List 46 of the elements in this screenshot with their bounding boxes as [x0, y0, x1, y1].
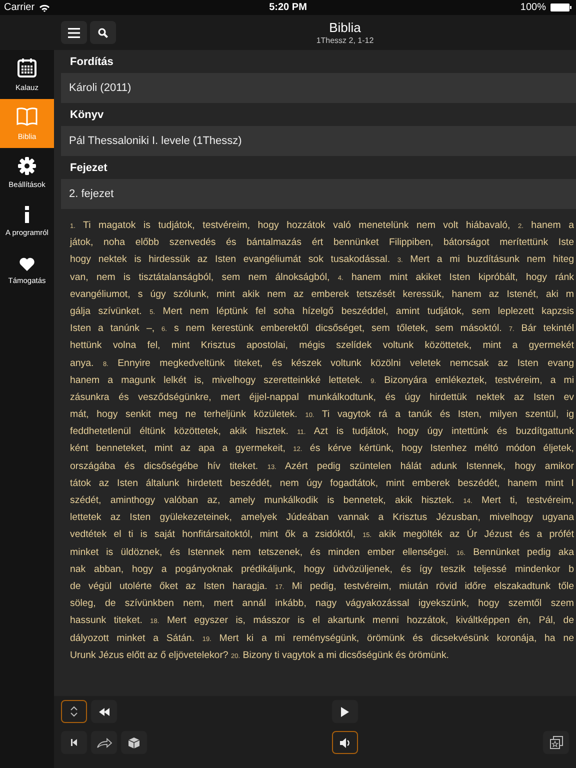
play-icon — [341, 706, 349, 716]
screen-title: Biblia — [329, 20, 361, 35]
search-button[interactable] — [90, 21, 116, 44]
menu-icon — [68, 28, 80, 38]
section-heading: Fejezet — [69, 161, 108, 176]
rewind-icon — [98, 708, 110, 716]
battery-percent: 100% — [520, 2, 546, 13]
verse-text-line: söleg, de szívünkben nem, mert annál inkább, nagy vágyakozással igyekszünk, hogy szemtől szem — [70, 597, 574, 612]
screen-subtitle: 1Thessz 2, 1-12 — [316, 36, 374, 45]
wifi-icon — [38, 4, 50, 12]
audio-button[interactable] — [332, 731, 358, 754]
heart-icon — [19, 256, 35, 270]
battery-icon — [550, 3, 572, 12]
share-button[interactable] — [91, 731, 117, 754]
first-button[interactable] — [61, 731, 87, 754]
clock-time: 5:20 PM — [269, 2, 307, 13]
rewind-button[interactable] — [91, 700, 117, 723]
verse-text-line: zásunkra és vesződségünkre, mert éjjel-nappal munkálkodtunk, és úgy hirdettük nektek az Isten ev — [70, 390, 574, 405]
cube-button[interactable] — [121, 731, 147, 754]
calendar-icon — [17, 58, 37, 78]
speaker-icon — [340, 738, 350, 748]
chevrons-icon — [70, 706, 78, 717]
picker-row[interactable]: Károli (2011) — [61, 73, 576, 103]
picker-row[interactable]: Pál Thessaloniki I. levele (1Thessz) — [61, 126, 576, 156]
verse-text-line: hettünk volna fel, mint Krisztus apostolai, mégis szelídek voltunk közöttetek, mint a gyermekét — [70, 339, 574, 354]
verse-text-line: játok, noha előbb szenvedés és bántalmazás ért bennünket Filippiben, bátorságot merítettünk Iste — [70, 236, 574, 250]
menu-button[interactable] — [61, 21, 87, 44]
verse-text-line: lettetek az Isten gyülekezeteinek, amelyek Júdeában vannak a Krisztus Jézusban, mivelhogy ugyana — [70, 511, 574, 526]
bookmarks-button[interactable] — [543, 731, 569, 754]
book-icon — [16, 106, 38, 126]
starred-pages-icon — [550, 736, 562, 749]
play-button[interactable] — [332, 700, 358, 723]
section-heading: Könyv — [69, 108, 105, 123]
carrier-label: Carrier — [4, 2, 35, 13]
info-icon — [24, 206, 30, 223]
verse-text-line: nak abban, hogy a pogányoknak prédikáljunk, hogy üdvözüljenek, és így teszik teljessé mindenkor b — [70, 562, 574, 577]
toggle-button[interactable] — [61, 700, 87, 723]
search-icon — [98, 28, 108, 38]
share-arrow-icon — [96, 738, 112, 748]
settings-icon — [18, 156, 36, 174]
verse-text-line: evangéliumot, s úgy szólunk, mint akik nem az emberek tetszését keressük, hanem az Istenét, aki m — [70, 288, 574, 302]
section-heading: Fordítás — [69, 55, 114, 70]
skip-back-icon — [71, 739, 77, 746]
dice-icon — [128, 736, 140, 748]
verse-text-line: tátok az Isten általunk hirdetett beszédét, nem úgy fogadtátok, mint emberek beszédét, hanem mint I — [70, 476, 574, 491]
picker-row[interactable]: 2. fejezet — [61, 179, 576, 209]
